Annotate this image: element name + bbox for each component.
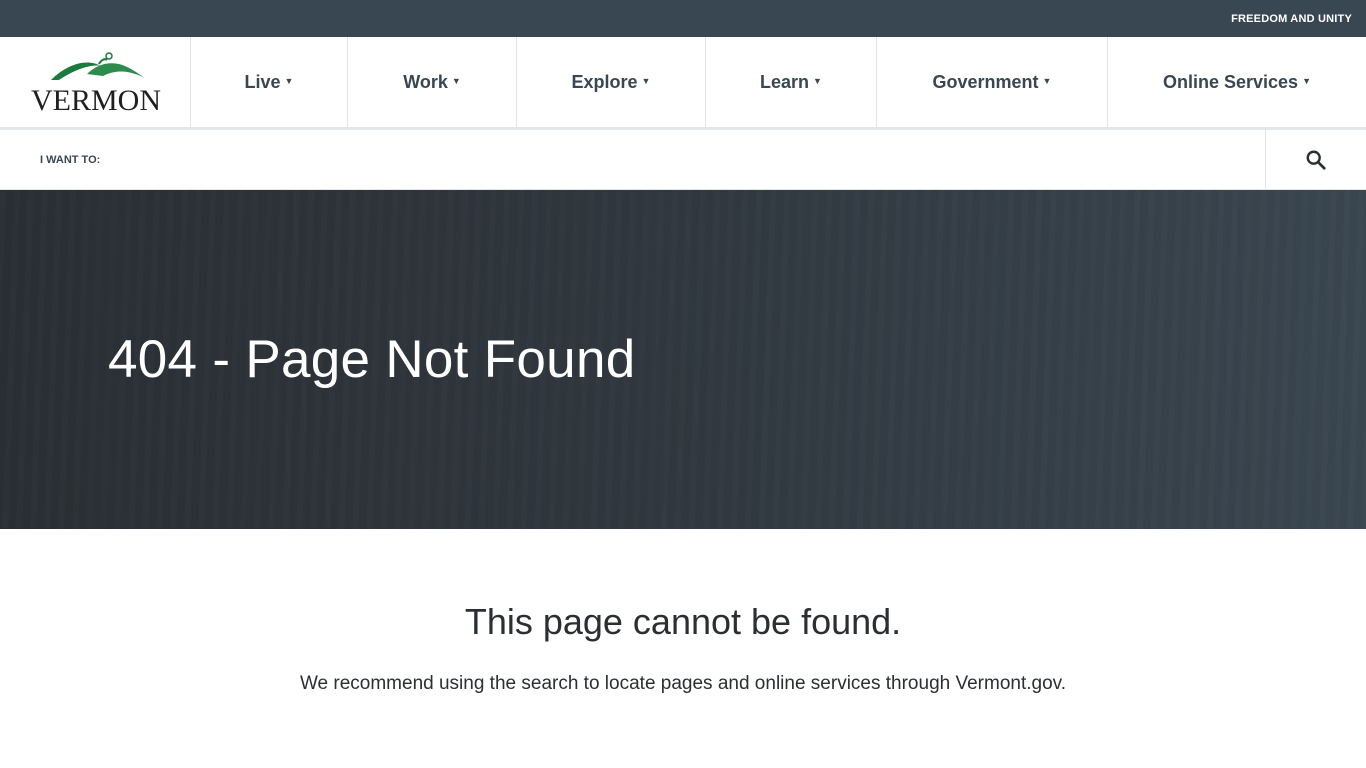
nav-government-label: Government xyxy=(932,71,1039,92)
nav-learn-label: Learn xyxy=(760,71,810,92)
search-button[interactable] xyxy=(1265,129,1366,190)
not-found-message: We recommend using the search to locate … xyxy=(299,673,1067,694)
hero-banner: 404 - Page Not Found xyxy=(0,190,1366,529)
i-want-to-bar: I WANT TO: xyxy=(0,129,1366,190)
nav-learn[interactable]: Learn ▼ xyxy=(706,37,877,127)
vermont-logo: VERMONT xyxy=(31,52,161,114)
caret-down-icon: ▼ xyxy=(284,76,294,86)
nav-live-label: Live xyxy=(244,71,281,92)
nav-work[interactable]: Work ▼ xyxy=(348,37,517,127)
caret-down-icon: ▼ xyxy=(1302,76,1311,86)
caret-down-icon: ▼ xyxy=(813,76,822,86)
i-want-to-label[interactable]: I WANT TO: xyxy=(0,154,1265,166)
page-title: 404 - Page Not Found xyxy=(108,330,636,389)
caret-down-icon: ▼ xyxy=(641,76,651,86)
nav-online-services[interactable]: Online Services ▼ xyxy=(1108,37,1366,127)
logo-link[interactable]: VERMONT xyxy=(0,37,191,127)
svg-text:VERMONT: VERMONT xyxy=(31,84,161,114)
search-icon xyxy=(1306,150,1326,170)
not-found-heading: This page cannot be found. xyxy=(464,601,902,642)
nav-government[interactable]: Government ▼ xyxy=(877,37,1108,127)
main-navigation: VERMONT Live▼ Work▼ Explore▼ Learn▼ Gove… xyxy=(0,37,1366,130)
top-utility-bar: FREEDOM AND UNITY xyxy=(0,0,1366,37)
nav-work-label: Work xyxy=(403,71,448,92)
nav-explore[interactable]: Explore ▼ xyxy=(517,37,706,127)
caret-down-icon: ▼ xyxy=(1042,76,1052,86)
nav-live[interactable]: Live ▼ xyxy=(191,37,348,127)
main-content: This page cannot be found. We recommend … xyxy=(0,529,1366,695)
caret-down-icon: ▼ xyxy=(451,76,461,86)
state-motto: FREEDOM AND UNITY xyxy=(1231,12,1352,25)
nav-explore-label: Explore xyxy=(571,71,638,92)
nav-online-services-label: Online Services xyxy=(1163,71,1299,92)
